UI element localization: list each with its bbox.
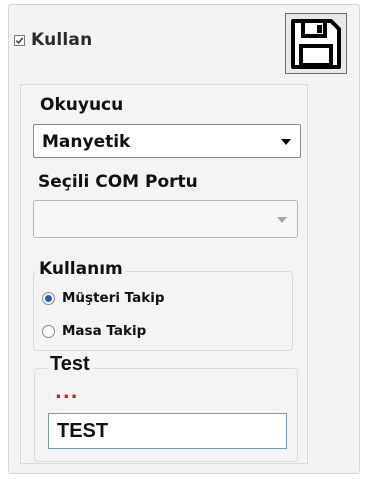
com-port-label: Seçili COM Portu [38, 172, 198, 192]
reader-label: Okuyucu [40, 95, 124, 115]
radio-musteri-takip[interactable]: Müşteri Takip [42, 290, 165, 306]
radio-button[interactable] [42, 291, 55, 305]
floppy-disk-icon [291, 18, 341, 69]
test-legend: Test [47, 353, 93, 376]
reader-dropdown-value: Manyetik [42, 132, 131, 152]
com-port-dropdown[interactable] [33, 200, 298, 238]
chevron-down-icon [281, 139, 291, 145]
use-checkbox-row[interactable]: Kullan [14, 30, 92, 50]
usage-group [33, 271, 293, 351]
test-input[interactable]: TEST [48, 413, 287, 449]
radio-button[interactable] [42, 324, 55, 338]
save-button[interactable] [285, 13, 347, 74]
radio-selected-dot [45, 294, 52, 302]
test-input-value: TEST [57, 420, 109, 442]
use-checkbox[interactable] [14, 34, 25, 46]
use-label: Kullan [31, 30, 93, 50]
usage-legend: Kullanım [36, 259, 126, 279]
checkmark-icon [15, 37, 24, 44]
chevron-down-icon [277, 217, 287, 223]
radio-label: Müşteri Takip [62, 290, 165, 306]
test-status-text: ... [55, 382, 79, 403]
radio-masa-takip[interactable]: Masa Takip [42, 323, 146, 339]
reader-dropdown[interactable]: Manyetik [33, 124, 301, 158]
radio-label: Masa Takip [62, 323, 147, 339]
